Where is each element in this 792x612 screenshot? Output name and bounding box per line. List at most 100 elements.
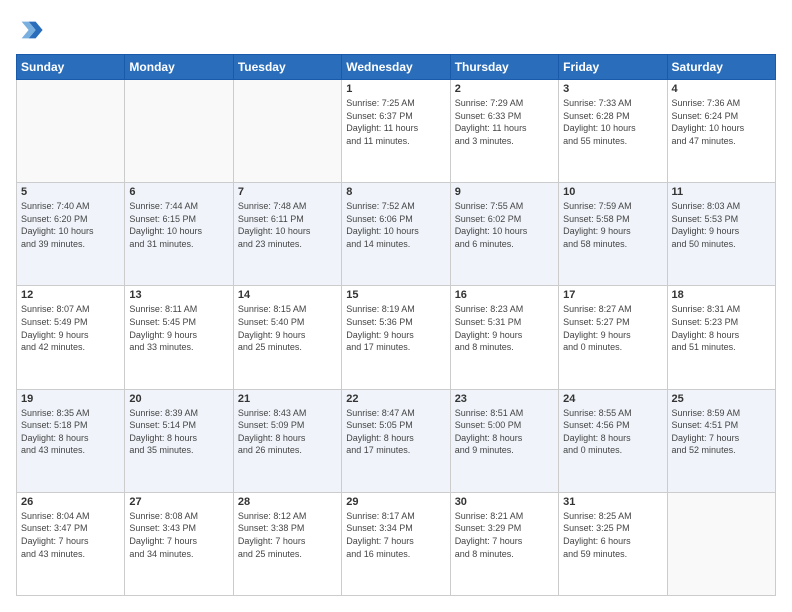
daylight-hours: Sunrise: 8:15 AM Sunset: 5:40 PM Dayligh…	[238, 303, 337, 353]
calendar-week-5: 26 Sunrise: 8:04 AM Sunset: 3:47 PM Dayli…	[17, 492, 776, 595]
day-number: 11	[672, 186, 771, 198]
day-number: 16	[455, 289, 554, 301]
calendar-cell: 29 Sunrise: 8:17 AM Sunset: 3:34 PM Dayli…	[342, 492, 450, 595]
day-number: 6	[129, 186, 228, 198]
page: SundayMondayTuesdayWednesdayThursdayFrid…	[0, 0, 792, 612]
calendar-cell: 26 Sunrise: 8:04 AM Sunset: 3:47 PM Dayli…	[17, 492, 125, 595]
daylight-hours: Sunrise: 8:55 AM Sunset: 4:56 PM Dayligh…	[563, 407, 662, 457]
daylight-hours: Sunrise: 8:31 AM Sunset: 5:23 PM Dayligh…	[672, 303, 771, 353]
day-number: 15	[346, 289, 445, 301]
calendar-cell: 10Sunrise: 7:59 AM Sunset: 5:58 PM Dayli…	[559, 183, 667, 286]
calendar-cell: 30 Sunrise: 8:21 AM Sunset: 3:29 PM Dayli…	[450, 492, 558, 595]
daylight-hours: Sunrise: 8:07 AM Sunset: 5:49 PM Dayligh…	[21, 303, 120, 353]
calendar-cell: 22Sunrise: 8:47 AM Sunset: 5:05 PM Dayli…	[342, 389, 450, 492]
day-number: 31	[563, 496, 662, 508]
day-number: 4	[672, 83, 771, 95]
calendar-cell	[125, 80, 233, 183]
calendar-cell: 7 Sunrise: 7:48 AM Sunset: 6:11 PM Daylig…	[233, 183, 341, 286]
daylight-hours: Sunrise: 7:55 AM Sunset: 6:02 PM Dayligh…	[455, 200, 554, 250]
daylight-hours: Sunrise: 8:43 AM Sunset: 5:09 PM Dayligh…	[238, 407, 337, 457]
weekday-header-tuesday: Tuesday	[233, 55, 341, 80]
calendar-week-2: 5 Sunrise: 7:40 AM Sunset: 6:20 PM Daylig…	[17, 183, 776, 286]
calendar-cell: 11 Sunrise: 8:03 AM Sunset: 5:53 PM Dayli…	[667, 183, 775, 286]
calendar-week-4: 19 Sunrise: 8:35 AM Sunset: 5:18 PM Dayli…	[17, 389, 776, 492]
day-number: 13	[129, 289, 228, 301]
header	[16, 16, 776, 44]
calendar-cell: 28 Sunrise: 8:12 AM Sunset: 3:38 PM Dayli…	[233, 492, 341, 595]
day-number: 14	[238, 289, 337, 301]
daylight-hours: Sunrise: 8:19 AM Sunset: 5:36 PM Dayligh…	[346, 303, 445, 353]
day-number: 9	[455, 186, 554, 198]
calendar-cell: 27 Sunrise: 8:08 AM Sunset: 3:43 PM Dayli…	[125, 492, 233, 595]
calendar-header: SundayMondayTuesdayWednesdayThursdayFrid…	[17, 55, 776, 80]
day-number: 20	[129, 393, 228, 405]
daylight-hours: Sunrise: 8:04 AM Sunset: 3:47 PM Dayligh…	[21, 510, 120, 560]
daylight-hours: Sunrise: 8:12 AM Sunset: 3:38 PM Dayligh…	[238, 510, 337, 560]
day-number: 1	[346, 83, 445, 95]
daylight-hours: Sunrise: 7:52 AM Sunset: 6:06 PM Dayligh…	[346, 200, 445, 250]
calendar-cell: 14 Sunrise: 8:15 AM Sunset: 5:40 PM Dayli…	[233, 286, 341, 389]
daylight-hours: Sunrise: 7:36 AM Sunset: 6:24 PM Dayligh…	[672, 97, 771, 147]
calendar-cell: 1 Sunrise: 7:25 AM Sunset: 6:37 PM Daylig…	[342, 80, 450, 183]
calendar-cell: 24 Sunrise: 8:55 AM Sunset: 4:56 PM Dayli…	[559, 389, 667, 492]
day-number: 17	[563, 289, 662, 301]
calendar-cell: 21 Sunrise: 8:43 AM Sunset: 5:09 PM Dayli…	[233, 389, 341, 492]
day-number: 29	[346, 496, 445, 508]
calendar-cell: 9 Sunrise: 7:55 AM Sunset: 6:02 PM Daylig…	[450, 183, 558, 286]
daylight-hours: Sunrise: 7:33 AM Sunset: 6:28 PM Dayligh…	[563, 97, 662, 147]
daylight-hours: Sunrise: 8:08 AM Sunset: 3:43 PM Dayligh…	[129, 510, 228, 560]
logo-icon	[16, 16, 44, 44]
weekday-header-row: SundayMondayTuesdayWednesdayThursdayFrid…	[17, 55, 776, 80]
daylight-hours: Sunrise: 7:25 AM Sunset: 6:37 PM Dayligh…	[346, 97, 445, 147]
day-number: 27	[129, 496, 228, 508]
calendar-week-3: 12Sunrise: 8:07 AM Sunset: 5:49 PM Dayli…	[17, 286, 776, 389]
day-number: 30	[455, 496, 554, 508]
weekday-header-monday: Monday	[125, 55, 233, 80]
weekday-header-wednesday: Wednesday	[342, 55, 450, 80]
daylight-hours: Sunrise: 8:27 AM Sunset: 5:27 PM Dayligh…	[563, 303, 662, 353]
daylight-hours: Sunrise: 8:17 AM Sunset: 3:34 PM Dayligh…	[346, 510, 445, 560]
daylight-hours: Sunrise: 8:51 AM Sunset: 5:00 PM Dayligh…	[455, 407, 554, 457]
day-number: 10	[563, 186, 662, 198]
daylight-hours: Sunrise: 8:03 AM Sunset: 5:53 PM Dayligh…	[672, 200, 771, 250]
day-number: 7	[238, 186, 337, 198]
calendar-cell: 12Sunrise: 8:07 AM Sunset: 5:49 PM Dayli…	[17, 286, 125, 389]
daylight-hours: Sunrise: 8:21 AM Sunset: 3:29 PM Dayligh…	[455, 510, 554, 560]
calendar-week-1: 1 Sunrise: 7:25 AM Sunset: 6:37 PM Daylig…	[17, 80, 776, 183]
daylight-hours: Sunrise: 8:35 AM Sunset: 5:18 PM Dayligh…	[21, 407, 120, 457]
day-number: 28	[238, 496, 337, 508]
calendar-cell	[233, 80, 341, 183]
calendar-cell: 8Sunrise: 7:52 AM Sunset: 6:06 PM Daylig…	[342, 183, 450, 286]
calendar-cell	[667, 492, 775, 595]
day-number: 22	[346, 393, 445, 405]
weekday-header-friday: Friday	[559, 55, 667, 80]
calendar-cell: 2Sunrise: 7:29 AM Sunset: 6:33 PM Daylig…	[450, 80, 558, 183]
day-number: 25	[672, 393, 771, 405]
daylight-hours: Sunrise: 8:25 AM Sunset: 3:25 PM Dayligh…	[563, 510, 662, 560]
daylight-hours: Sunrise: 7:40 AM Sunset: 6:20 PM Dayligh…	[21, 200, 120, 250]
day-number: 19	[21, 393, 120, 405]
calendar-cell: 20 Sunrise: 8:39 AM Sunset: 5:14 PM Dayli…	[125, 389, 233, 492]
daylight-hours: Sunrise: 8:39 AM Sunset: 5:14 PM Dayligh…	[129, 407, 228, 457]
calendar-cell: 19 Sunrise: 8:35 AM Sunset: 5:18 PM Dayli…	[17, 389, 125, 492]
daylight-hours: Sunrise: 7:29 AM Sunset: 6:33 PM Dayligh…	[455, 97, 554, 147]
day-number: 21	[238, 393, 337, 405]
day-number: 23	[455, 393, 554, 405]
weekday-header-sunday: Sunday	[17, 55, 125, 80]
calendar-cell: 4 Sunrise: 7:36 AM Sunset: 6:24 PM Daylig…	[667, 80, 775, 183]
calendar-cell: 5 Sunrise: 7:40 AM Sunset: 6:20 PM Daylig…	[17, 183, 125, 286]
calendar-cell: 16Sunrise: 8:23 AM Sunset: 5:31 PM Dayli…	[450, 286, 558, 389]
calendar-body: 1 Sunrise: 7:25 AM Sunset: 6:37 PM Daylig…	[17, 80, 776, 596]
day-number: 24	[563, 393, 662, 405]
weekday-header-saturday: Saturday	[667, 55, 775, 80]
daylight-hours: Sunrise: 7:44 AM Sunset: 6:15 PM Dayligh…	[129, 200, 228, 250]
weekday-header-thursday: Thursday	[450, 55, 558, 80]
day-number: 26	[21, 496, 120, 508]
daylight-hours: Sunrise: 7:48 AM Sunset: 6:11 PM Dayligh…	[238, 200, 337, 250]
calendar-cell: 31 Sunrise: 8:25 AM Sunset: 3:25 PM Dayli…	[559, 492, 667, 595]
calendar-cell: 17 Sunrise: 8:27 AM Sunset: 5:27 PM Dayli…	[559, 286, 667, 389]
calendar-cell	[17, 80, 125, 183]
calendar-cell: 15 Sunrise: 8:19 AM Sunset: 5:36 PM Dayli…	[342, 286, 450, 389]
daylight-hours: Sunrise: 8:11 AM Sunset: 5:45 PM Dayligh…	[129, 303, 228, 353]
day-number: 5	[21, 186, 120, 198]
